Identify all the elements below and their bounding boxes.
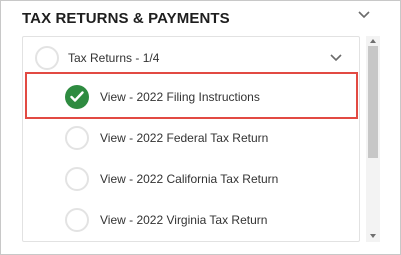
list-item-label[interactable]: View - 2022 California Tax Return [100, 172, 278, 186]
empty-circle-icon [65, 167, 89, 191]
empty-circle-icon [65, 208, 89, 232]
list-item-california-return[interactable]: View - 2022 California Tax Return [23, 159, 359, 199]
scrollbar-thumb[interactable] [368, 46, 378, 158]
highlight-box [25, 72, 358, 119]
list-item-label[interactable]: View - 2022 Virginia Tax Return [100, 213, 267, 227]
list-item-federal-return[interactable]: View - 2022 Federal Tax Return [23, 118, 359, 158]
scroll-down-arrow-icon[interactable] [370, 234, 376, 238]
group-label: Tax Returns - 1/4 [68, 51, 160, 65]
list-item-label[interactable]: View - 2022 Federal Tax Return [100, 131, 268, 145]
list-item-virginia-return[interactable]: View - 2022 Virginia Tax Return [23, 200, 359, 240]
section-title: TAX RETURNS & PAYMENTS [22, 10, 230, 27]
scroll-up-arrow-icon[interactable] [370, 39, 376, 43]
tax-returns-list: Tax Returns - 1/4 View - 2022 Filing Ins… [22, 36, 360, 242]
empty-circle-icon [35, 46, 59, 70]
chevron-down-icon[interactable] [329, 53, 343, 63]
chevron-down-icon[interactable] [356, 9, 372, 21]
empty-circle-icon [65, 126, 89, 150]
scrollbar[interactable] [366, 36, 380, 242]
